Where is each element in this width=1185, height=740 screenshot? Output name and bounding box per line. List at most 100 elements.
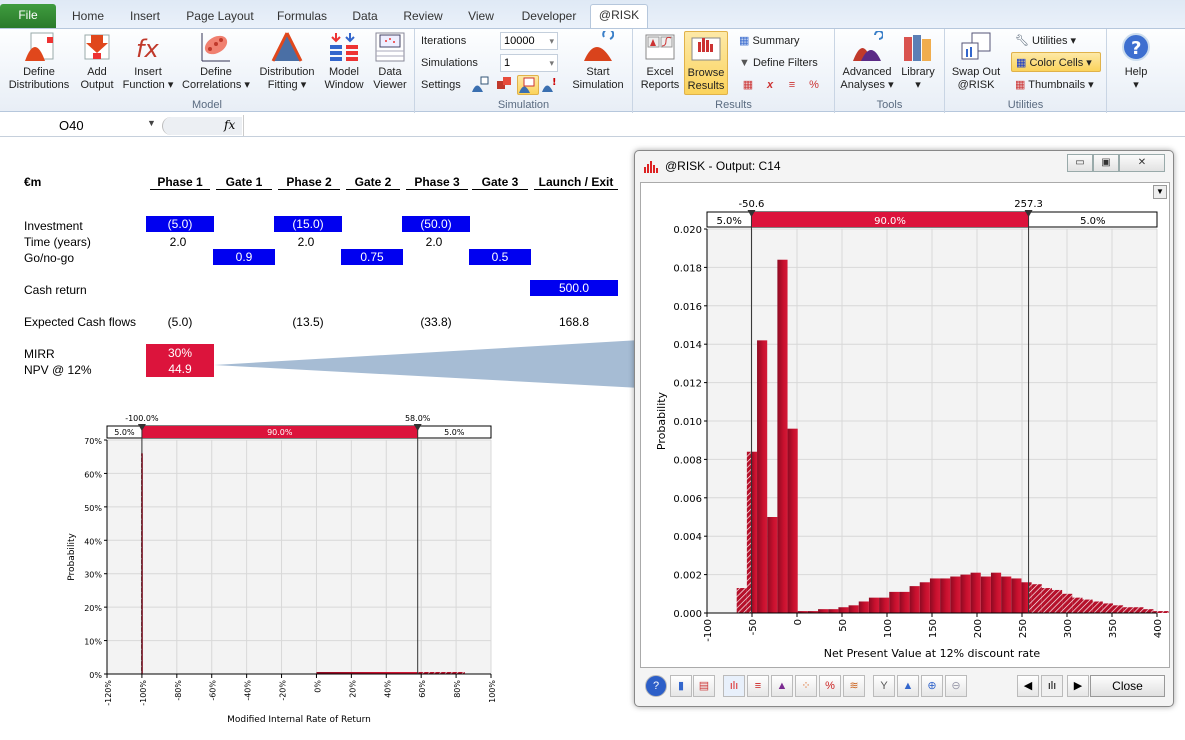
y-tick-label: 0.018 [673, 263, 702, 274]
previous-icon[interactable]: ◀ [1017, 675, 1039, 697]
chart-type-icon[interactable]: ▮ [670, 675, 692, 697]
histogram-bar [736, 588, 747, 613]
define-filters-button[interactable]: ▼ Define Filters [739, 53, 818, 73]
define-correlations-button[interactable]: Define Correlations ▾ [180, 31, 252, 92]
random-seed-icon[interactable] [495, 75, 515, 95]
zoom-out-icon[interactable]: ⊖ [945, 675, 967, 697]
histogram-bar [909, 586, 920, 613]
utilities-button[interactable]: 🔧︎ Utilities ▾ [1015, 31, 1076, 51]
summary-button[interactable]: ▦ Summary [739, 31, 800, 51]
data-viewer-button[interactable]: Data Viewer [368, 31, 412, 92]
close-button[interactable]: Close [1090, 675, 1165, 697]
histogram-bar [1072, 597, 1083, 613]
x-axis-label: Net Present Value at 12% discount rate [824, 647, 1041, 660]
help-icon: ? [1122, 33, 1150, 61]
tab-formulas[interactable]: Formulas [270, 6, 334, 28]
excel-reports-button[interactable]: Excel Reports [637, 31, 683, 92]
tab-view[interactable]: View [458, 6, 504, 28]
x-tick-label: 150 [928, 619, 939, 638]
excel-reports-icon [645, 34, 675, 60]
filter-icon[interactable]: Y [873, 675, 895, 697]
tab-developer[interactable]: Developer [512, 6, 586, 28]
histogram-bar [940, 578, 951, 613]
percent-icon[interactable]: % [819, 675, 841, 697]
add-output-button[interactable]: Add Output [76, 31, 118, 92]
tooltip-graph-icon[interactable]: ılı [1041, 675, 1063, 697]
tab-review[interactable]: Review [396, 6, 450, 28]
tab-data[interactable]: Data [342, 6, 388, 28]
swap-out-button[interactable]: Swap Out @RISK [947, 31, 1005, 92]
simulations-select[interactable]: 1 [500, 54, 558, 72]
tornado-icon[interactable]: ≡ [747, 675, 769, 697]
help-icon[interactable]: ? [645, 675, 667, 697]
simulations-label: Simulations [421, 57, 478, 69]
insert-function-button[interactable]: fx Insert Function ▾ [120, 31, 176, 92]
histogram-bar [1123, 607, 1134, 613]
library-button[interactable]: Library ▾ [897, 31, 939, 92]
y-tick-label: 30% [84, 571, 102, 580]
insert-function-icon[interactable]: fx [224, 118, 235, 132]
npv-chart: -100 -50 0 50 100 150 200 250 300 350 400 0.000 0.00… [655, 199, 1185, 660]
histogram-bar [990, 572, 1002, 613]
next-icon[interactable]: ▶ [1067, 675, 1089, 697]
summary-graph-icon[interactable]: ≋ [843, 675, 865, 697]
start-simulation-button[interactable]: Start Simulation [565, 31, 631, 92]
formula-input[interactable] [243, 115, 1185, 136]
color-cells-button[interactable]: ▦ Color Cells ▾ [1011, 52, 1101, 72]
group-results: Excel Reports Browse Results ▦ Summary ▼ D… [633, 29, 835, 113]
name-box[interactable]: O40 [2, 117, 160, 135]
histogram-icon[interactable]: ılı [723, 675, 745, 697]
name-box-dropdown-icon[interactable]: ▼ [147, 118, 156, 128]
histogram-bar [1031, 584, 1042, 613]
group-label-model: Model [192, 99, 222, 111]
x-tick-label: -50 [748, 619, 759, 635]
report-icon[interactable]: ▤ [693, 675, 715, 697]
tab-insert[interactable]: Insert [120, 6, 170, 28]
settings-label: Settings [421, 79, 461, 91]
zoom-in-icon[interactable]: ⊕ [921, 675, 943, 697]
close-window-button[interactable]: ✕ [1119, 154, 1165, 172]
browse-results-button[interactable]: Browse Results [684, 31, 728, 95]
percentile-icon[interactable]: % [805, 75, 823, 95]
start-simulation-icon [584, 31, 614, 61]
tab-home[interactable]: Home [62, 6, 114, 28]
advanced-analyses-button[interactable]: Advanced Analyses ▾ [839, 31, 895, 92]
data-window-icon[interactable]: ▦ [739, 75, 757, 95]
chart-options-dropdown[interactable]: ▼ [1153, 185, 1167, 199]
sensitivity-icon[interactable]: x [761, 75, 779, 95]
simulation-settings-icon[interactable] [471, 75, 491, 95]
model-window-button[interactable]: Model Window [322, 31, 366, 92]
tab-atrisk[interactable]: @RISK [590, 4, 648, 29]
distribution-fitting-button[interactable]: Distribution Fitting ▾ [254, 31, 320, 92]
tab-file[interactable]: File [0, 4, 56, 28]
tornado-icon[interactable]: ≡ [783, 75, 801, 95]
library-icon [904, 35, 931, 61]
y-tick-label: 10% [84, 638, 102, 647]
iterations-select[interactable]: 10000 [500, 32, 558, 50]
left-delimiter-label: -50.6 [739, 199, 765, 210]
x-tick-label: -20% [279, 680, 288, 701]
scatter-icon[interactable]: ⁘ [795, 675, 817, 697]
histogram-bar [777, 259, 788, 613]
histogram-bar [1051, 589, 1063, 613]
group-label-tools: Tools [876, 99, 903, 111]
fit-icon[interactable]: ▲ [897, 675, 919, 697]
define-distributions-button[interactable]: Define Distributions [4, 31, 74, 92]
wrench-icon: 🔧︎ [1015, 35, 1033, 47]
left-tail-percent: 5.0% [114, 428, 135, 437]
x-tick-label: 100% [488, 680, 497, 703]
spider-icon[interactable]: ▲ [771, 675, 793, 697]
y-tick-label: 0.012 [673, 379, 702, 390]
automatic-results-icon[interactable] [517, 75, 539, 95]
help-button[interactable]: ? Help ▾ [1112, 31, 1160, 92]
function-icon: fx [136, 35, 159, 63]
thumbnails-button[interactable]: ▦ Thumbnails ▾ [1015, 75, 1094, 95]
demo-mode-icon[interactable]: ! [541, 75, 561, 95]
maximize-button[interactable]: ▣ [1093, 154, 1119, 172]
x-tick-label: -120% [104, 680, 113, 706]
right-delimiter-label: 257.3 [1014, 199, 1043, 210]
x-tick-label: -40% [244, 680, 253, 701]
histogram-bar [950, 576, 961, 613]
tab-page-layout[interactable]: Page Layout [178, 6, 262, 28]
minimize-button[interactable]: ▭ [1067, 154, 1093, 172]
